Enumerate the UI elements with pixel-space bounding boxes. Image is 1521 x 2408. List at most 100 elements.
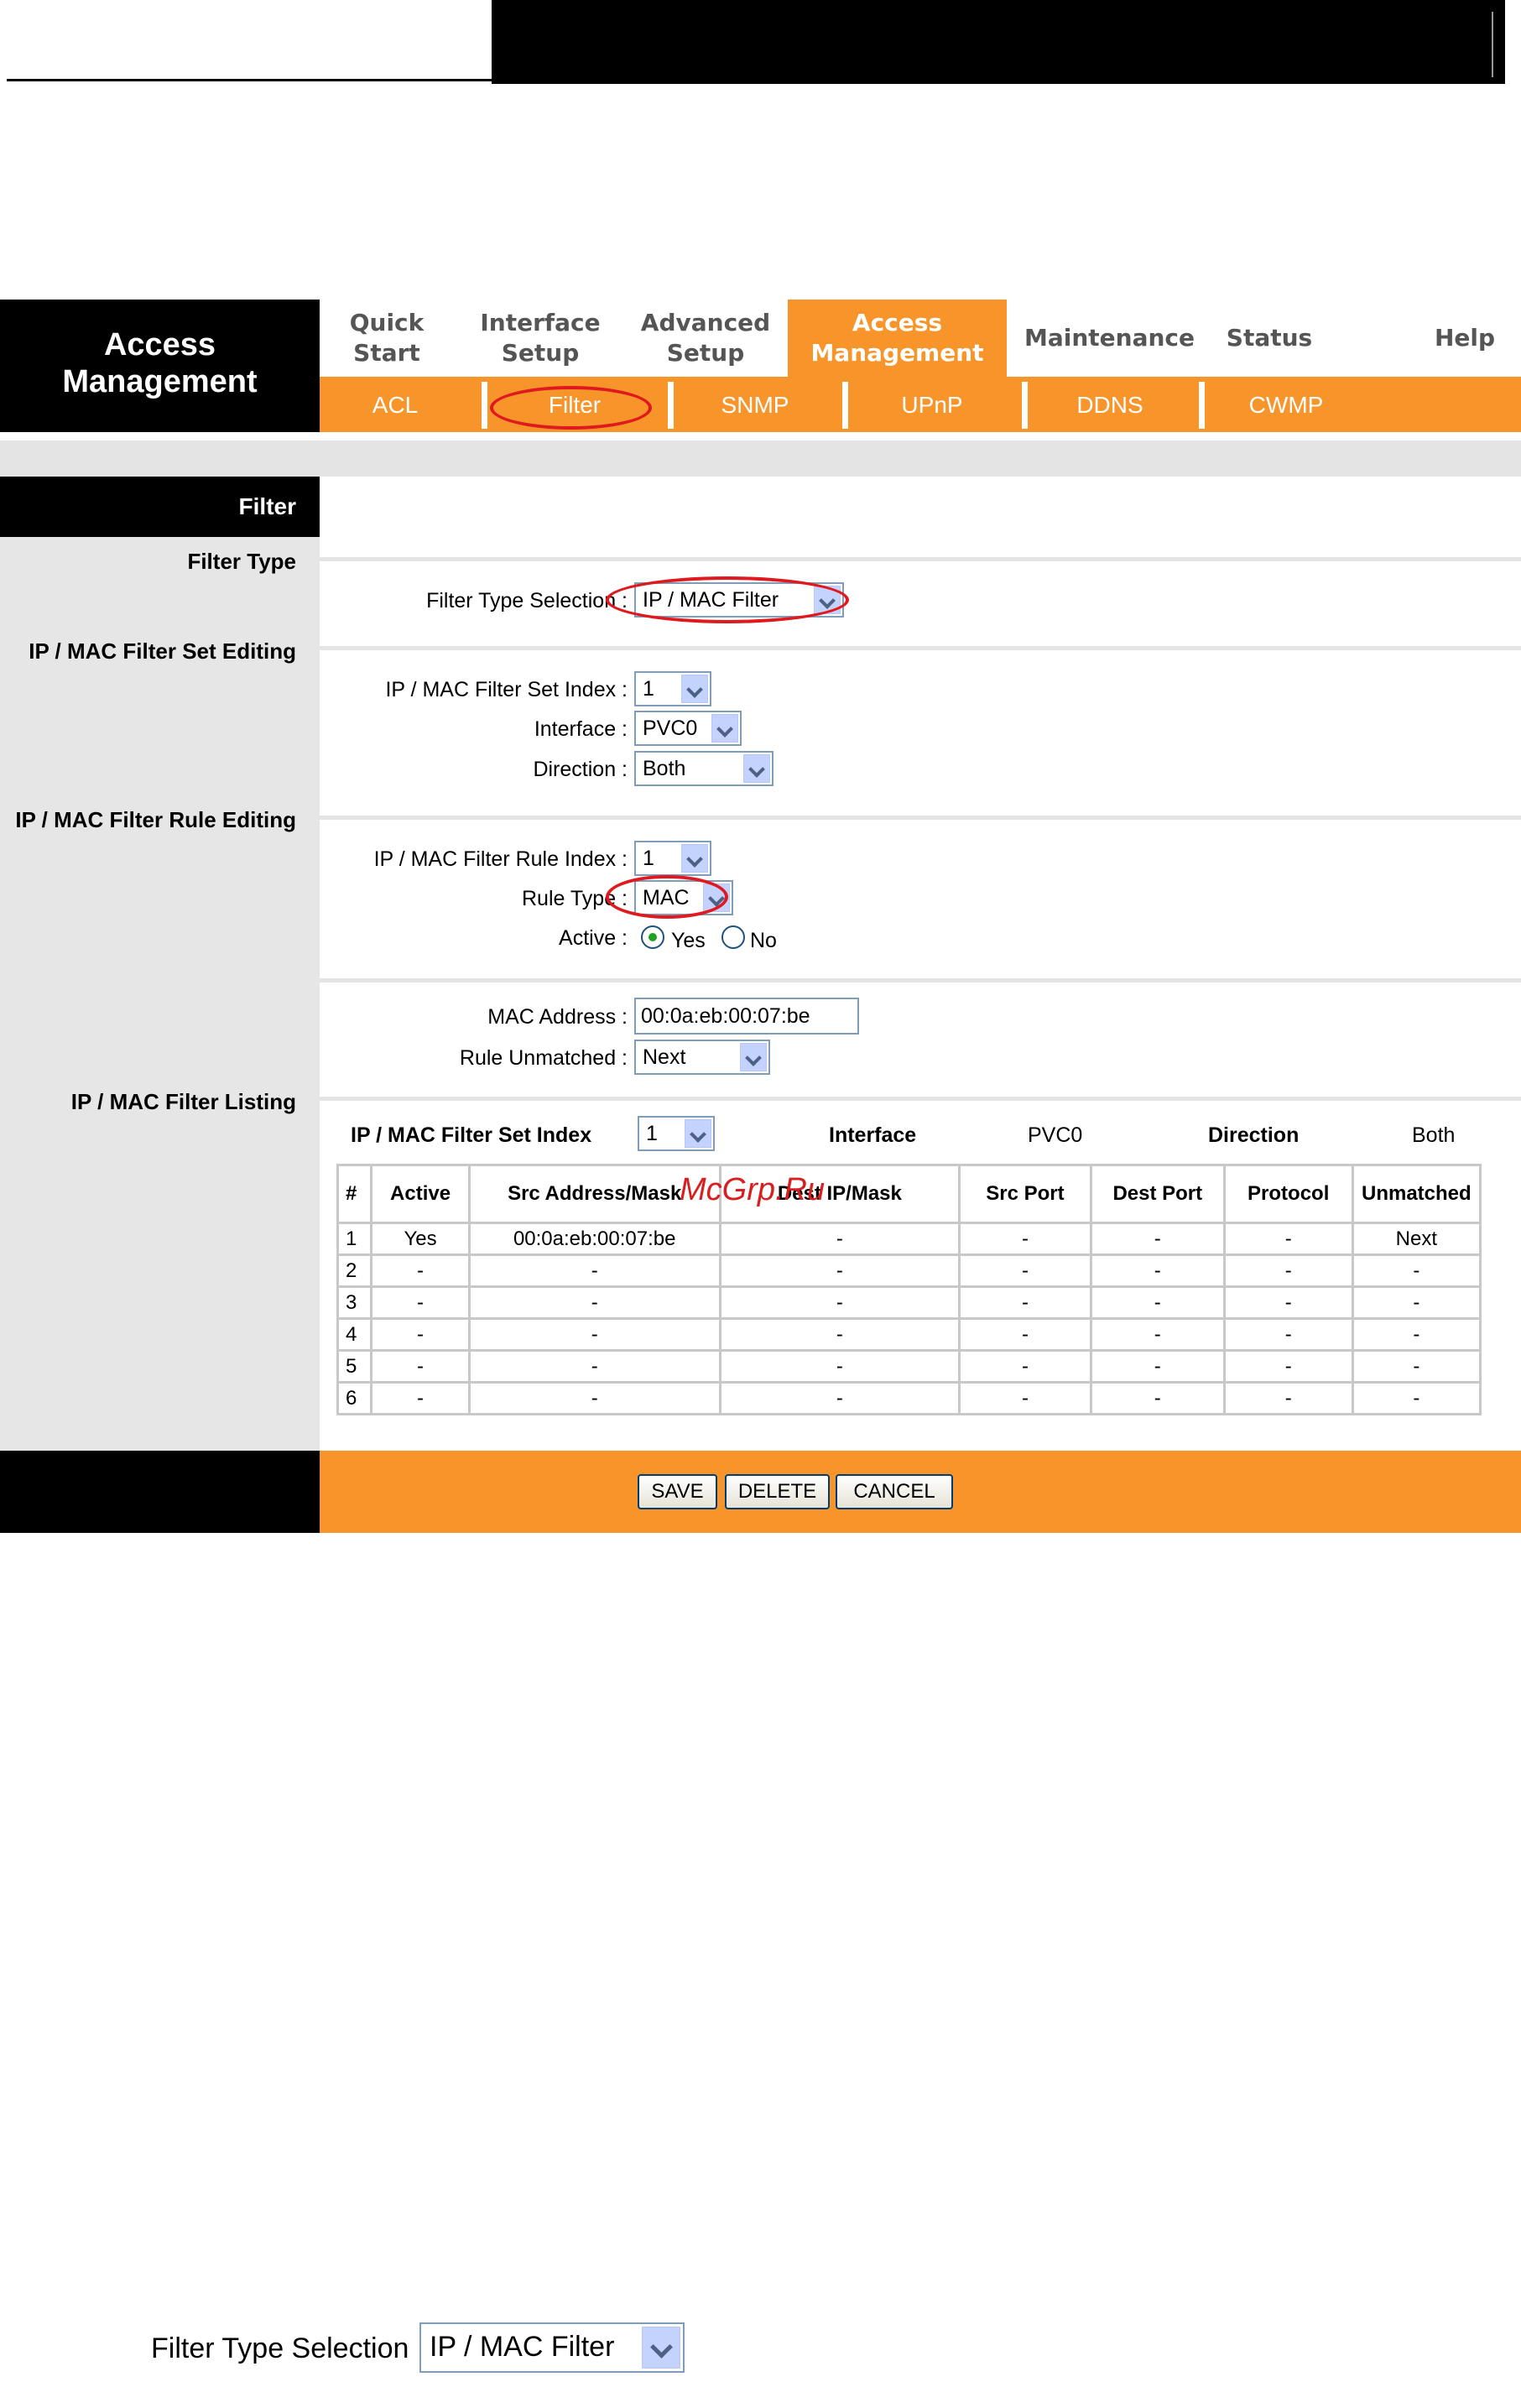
rule-unmatched-label: Rule Unmatched : xyxy=(459,1046,628,1070)
table-cell: 2 xyxy=(336,1254,373,1288)
nav-help[interactable]: Help xyxy=(1427,323,1503,353)
subnav-ddns[interactable]: DDNS xyxy=(1043,392,1177,419)
active-yes-radio[interactable] xyxy=(641,925,664,949)
table-cell: - xyxy=(370,1349,471,1384)
subnav-upnp[interactable]: UPnP xyxy=(865,392,999,419)
rule-type-label: Rule Type : xyxy=(521,887,628,910)
nav-quick-start[interactable]: Quick Start xyxy=(336,308,437,368)
subnav-separator xyxy=(1199,382,1205,429)
table-cell: - xyxy=(958,1285,1092,1320)
listing-set-index-select[interactable]: 1 xyxy=(638,1116,715,1151)
table-cell: - xyxy=(958,1254,1092,1288)
chevron-down-icon xyxy=(740,1043,767,1071)
table-cell: - xyxy=(1089,1285,1226,1320)
table-cell: - xyxy=(958,1349,1092,1384)
table-cell: - xyxy=(958,1222,1092,1256)
subnav-snmp[interactable]: SNMP xyxy=(688,392,822,419)
table-cell: - xyxy=(1222,1317,1354,1352)
col-header: Src Port xyxy=(958,1164,1092,1224)
brand-title: Access Management xyxy=(0,300,320,432)
excerpt-filter-type-select[interactable]: IP / MAC Filter xyxy=(419,2322,685,2373)
table-cell: - xyxy=(1089,1349,1226,1384)
listing-direction-label: Direction xyxy=(1208,1123,1300,1147)
chevron-down-icon xyxy=(685,1119,711,1148)
table-cell: - xyxy=(718,1317,961,1352)
table-cell: - xyxy=(718,1349,961,1384)
divider xyxy=(320,816,1521,820)
direction-select[interactable]: Both xyxy=(634,751,774,786)
table-cell: - xyxy=(467,1317,721,1352)
mac-address-input[interactable]: 00:0a:eb:00:07:be xyxy=(634,998,859,1035)
table-cell: - xyxy=(718,1285,961,1320)
nav-access-management[interactable]: Access Management xyxy=(788,308,1007,368)
set-index-label: IP / MAC Filter Set Index : xyxy=(385,678,628,701)
nav-maintenance[interactable]: Maintenance xyxy=(1024,323,1195,353)
active-no-label: No xyxy=(750,929,777,952)
table-cell: - xyxy=(467,1349,721,1384)
table-cell: 6 xyxy=(336,1381,373,1415)
listing-interface-label: Interface xyxy=(829,1123,917,1147)
set-index-select[interactable]: 1 xyxy=(634,671,711,706)
table-cell: - xyxy=(370,1285,471,1320)
table-cell: - xyxy=(718,1254,961,1288)
nav-status[interactable]: Status xyxy=(1219,323,1320,353)
subnav-acl[interactable]: ACL xyxy=(328,392,462,419)
header-bar xyxy=(492,0,1505,84)
col-header: Active xyxy=(370,1164,471,1224)
divider xyxy=(320,1097,1521,1101)
delete-button[interactable]: DELETE xyxy=(725,1474,830,1509)
highlight-oval-filter xyxy=(490,386,652,430)
direction-label: Direction : xyxy=(533,758,628,781)
table-cell: - xyxy=(370,1254,471,1288)
filter-listing-table: # Active Src Address/Mask Dest IP/Mask S… xyxy=(336,1164,1482,1415)
active-no-radio[interactable] xyxy=(721,925,745,949)
table-cell: 5 xyxy=(336,1349,373,1384)
interface-select[interactable]: PVC0 xyxy=(634,711,742,746)
table-cell: 3 xyxy=(336,1285,373,1320)
table-cell: - xyxy=(958,1381,1092,1415)
sidebar: Filter Type IP / MAC Filter Set Editing … xyxy=(0,477,320,1475)
subnav-separator xyxy=(842,382,848,429)
divider xyxy=(320,978,1521,982)
top-nav: Quick Start Interface Setup Advanced Set… xyxy=(320,300,1521,377)
subnav-separator xyxy=(668,382,674,429)
chevron-down-icon xyxy=(681,844,708,873)
table-cell: - xyxy=(1222,1349,1354,1384)
cancel-button[interactable]: CANCEL xyxy=(836,1474,953,1509)
listing-direction-value: Both xyxy=(1412,1123,1456,1147)
rule-index-select[interactable]: 1 xyxy=(634,841,711,876)
table-cell: - xyxy=(718,1222,961,1256)
spacer-strip xyxy=(0,440,1521,477)
brand-line2: Management xyxy=(62,364,258,399)
table-cell: - xyxy=(1351,1254,1482,1288)
section-title: Filter xyxy=(0,477,320,537)
chevron-down-icon xyxy=(711,714,738,743)
interface-label: Interface : xyxy=(534,717,628,741)
nav-advanced-setup[interactable]: Advanced Setup xyxy=(630,308,781,368)
router-ui: Access Management Quick Start Interface … xyxy=(0,300,1521,1552)
subnav-cwmp[interactable]: CWMP xyxy=(1219,392,1353,419)
brand-line1: Access xyxy=(103,327,216,362)
table-cell: 00:0a:eb:00:07:be xyxy=(467,1222,721,1256)
sidebar-filter-type: Filter Type xyxy=(187,549,296,574)
table-row: 5 - - - - - - - xyxy=(336,1349,1482,1384)
watermark: McGrp.Ru xyxy=(680,1172,826,1207)
table-row: 1 Yes 00:0a:eb:00:07:be - - - - Next xyxy=(336,1222,1482,1256)
table-cell: - xyxy=(1351,1285,1482,1320)
table-cell: Yes xyxy=(370,1222,471,1256)
table-row: 3 - - - - - - - xyxy=(336,1285,1482,1320)
table-cell: - xyxy=(1089,1381,1226,1415)
table-cell: - xyxy=(1351,1317,1482,1352)
table-cell: - xyxy=(370,1381,471,1415)
chevron-down-icon xyxy=(681,675,708,703)
highlight-oval-rule-type xyxy=(606,875,728,919)
table-row: 6 - - - - - - - xyxy=(336,1381,1482,1415)
nav-interface-setup[interactable]: Interface Setup xyxy=(469,308,612,368)
table-cell: - xyxy=(958,1317,1092,1352)
save-button[interactable]: SAVE xyxy=(638,1474,717,1509)
chevron-down-icon xyxy=(743,754,770,783)
table-cell: - xyxy=(467,1381,721,1415)
active-label: Active : xyxy=(559,926,628,950)
rule-unmatched-select[interactable]: Next xyxy=(634,1040,770,1075)
listing-set-index-label: IP / MAC Filter Set Index xyxy=(351,1123,592,1147)
